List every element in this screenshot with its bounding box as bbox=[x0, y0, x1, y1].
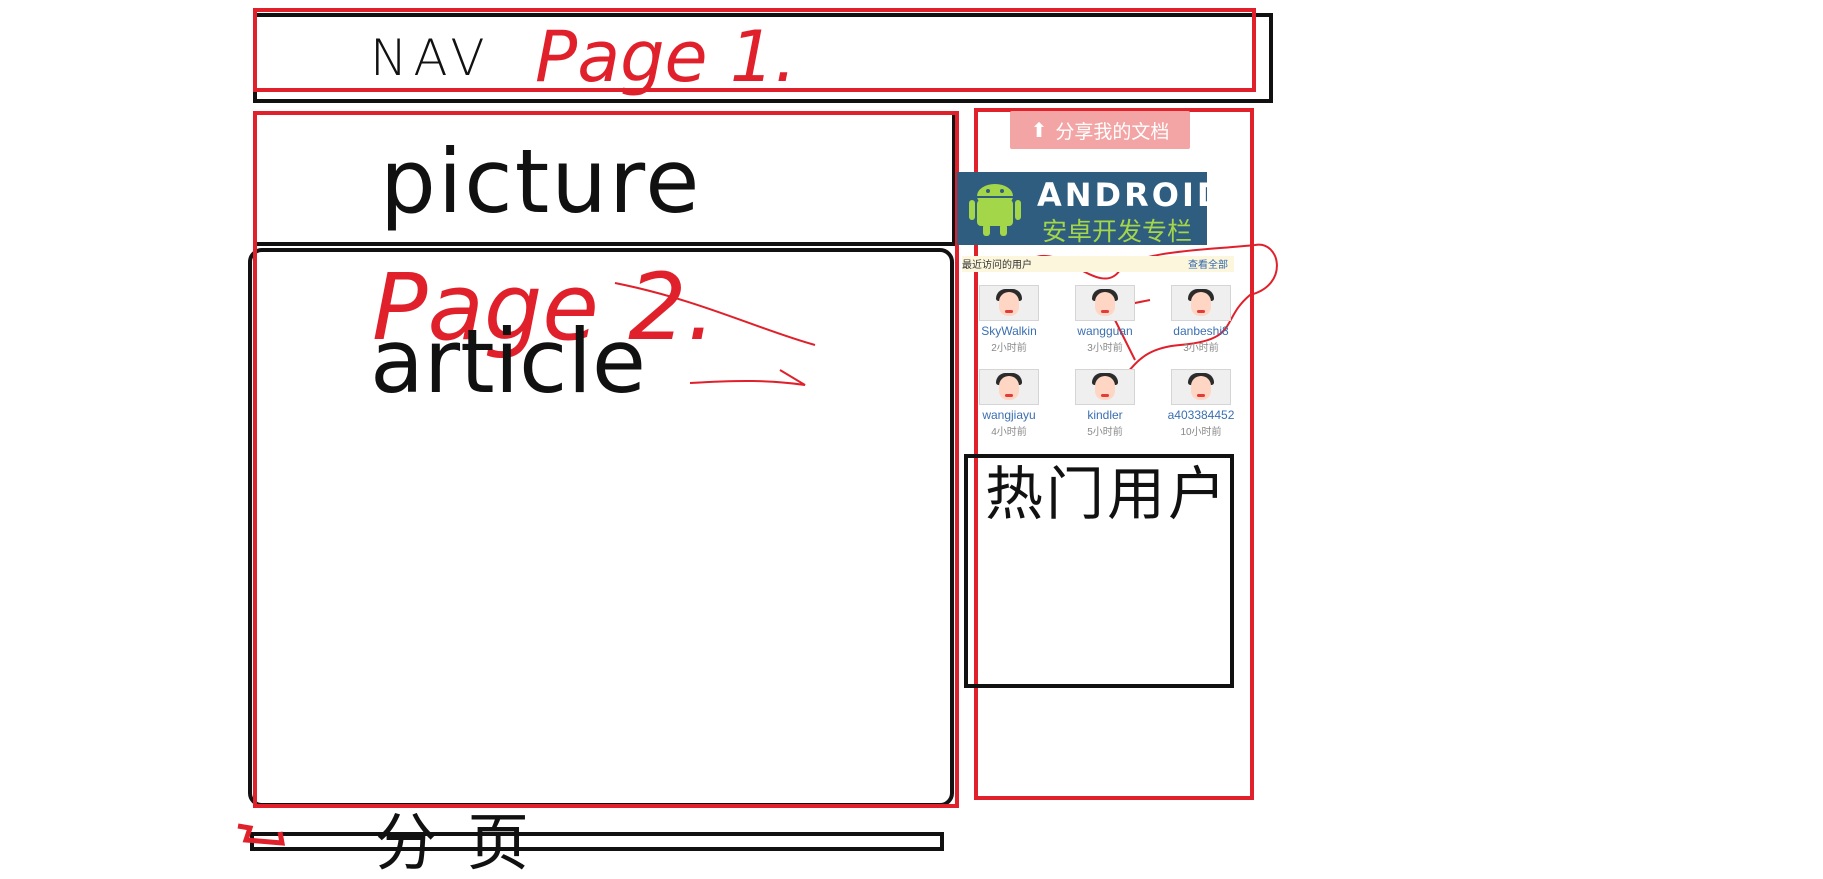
user-name: danbeshi8 bbox=[1173, 324, 1229, 338]
article-label: article bbox=[370, 310, 647, 413]
user-card[interactable]: kindler 5小时前 bbox=[1059, 369, 1151, 438]
user-card[interactable]: wangjiayu 4小时前 bbox=[963, 369, 1055, 438]
user-card[interactable]: wangguan 3小时前 bbox=[1059, 285, 1151, 354]
user-name: wangguan bbox=[1077, 324, 1133, 338]
user-name: a403384452 bbox=[1167, 408, 1235, 422]
android-banner[interactable]: ANDROID 安卓开发专栏 bbox=[957, 172, 1223, 246]
nav-label: NAV bbox=[370, 29, 491, 87]
wireframe-sketch bbox=[237, 8, 1278, 851]
hot-users-label: 热门用户 bbox=[985, 460, 1230, 528]
avatar bbox=[1075, 285, 1135, 321]
avatar bbox=[1171, 285, 1231, 321]
recent-visitors-title: 最近访问的用户 bbox=[962, 260, 1032, 271]
pagination-label: 分页 bbox=[375, 806, 560, 879]
android-robot-icon bbox=[969, 184, 1021, 236]
share-document-button[interactable]: ⬆ 分享我的文档 bbox=[1010, 111, 1190, 149]
banner-title: ANDROID bbox=[1037, 176, 1227, 214]
user-time: 2小时前 bbox=[991, 343, 1027, 354]
user-name: kindler bbox=[1087, 408, 1123, 422]
user-time: 10小时前 bbox=[1180, 427, 1222, 438]
avatar bbox=[1171, 369, 1231, 405]
banner-subtitle: 安卓开发专栏 bbox=[1042, 217, 1193, 246]
avatar bbox=[1075, 369, 1135, 405]
upload-icon: ⬆ bbox=[1030, 119, 1048, 142]
user-time: 4小时前 bbox=[991, 427, 1027, 438]
user-time: 3小时前 bbox=[1183, 343, 1219, 354]
page1-label: Page 1. bbox=[535, 16, 797, 98]
user-time: 3小时前 bbox=[1087, 343, 1123, 354]
user-card[interactable]: SkyWalkin 2小时前 bbox=[963, 285, 1055, 354]
user-name: SkyWalkin bbox=[981, 324, 1037, 338]
avatar bbox=[979, 369, 1039, 405]
pagination-bar-outline bbox=[250, 832, 944, 851]
user-name: wangjiayu bbox=[982, 408, 1036, 422]
user-time: 5小时前 bbox=[1087, 427, 1123, 438]
view-all-link[interactable]: 查看全部 bbox=[1188, 256, 1228, 271]
picture-label: picture bbox=[380, 130, 702, 233]
user-card[interactable]: danbeshi8 3小时前 bbox=[1155, 285, 1247, 354]
user-card[interactable]: a403384452 10小时前 bbox=[1155, 369, 1247, 438]
avatar bbox=[979, 285, 1039, 321]
recent-visitors-header: 最近访问的用户 查看全部 bbox=[962, 256, 1234, 272]
share-button-label: 分享我的文档 bbox=[1055, 121, 1170, 143]
